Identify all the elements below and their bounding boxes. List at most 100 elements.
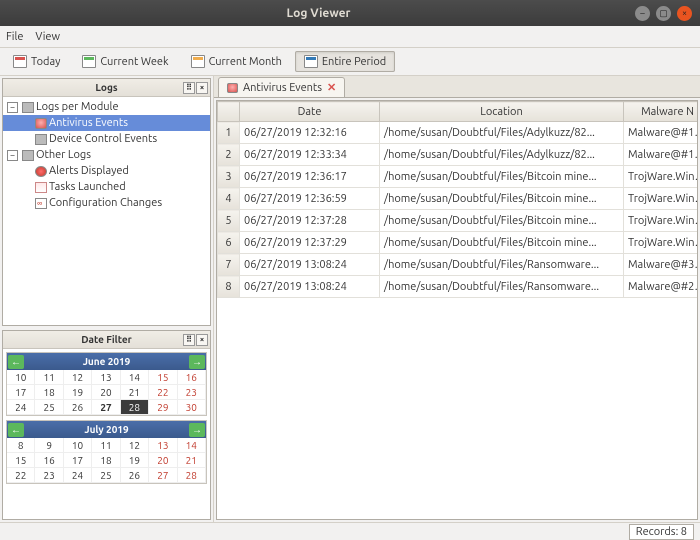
calendar-day[interactable]: 28 xyxy=(178,468,206,483)
column-header-location[interactable]: Location xyxy=(380,102,624,122)
calendar-day[interactable]: 29 xyxy=(149,400,177,415)
calendar-day[interactable]: 25 xyxy=(92,468,120,483)
cell-malware: Malware@#3o4z9hhlvr xyxy=(624,254,699,276)
calendar-day[interactable]: 18 xyxy=(35,385,63,400)
table-row[interactable]: 806/27/2019 13:08:24/home/susan/Doubtful… xyxy=(218,276,699,298)
calendar-day[interactable]: 22 xyxy=(7,468,35,483)
cell-malware: TrojWare.Win32.CoinMi xyxy=(624,210,699,232)
tree-item-device-control[interactable]: Device Control Events xyxy=(3,131,210,147)
pin-icon[interactable]: ⠿ xyxy=(183,334,195,346)
calendar-month: ←June 2019→10111213141516171819202122232… xyxy=(6,352,207,416)
calendar-day[interactable]: 24 xyxy=(7,400,35,415)
minimize-button[interactable]: – xyxy=(635,6,650,21)
folder-icon xyxy=(22,102,34,113)
calendar-day[interactable]: 18 xyxy=(92,453,120,468)
row-number: 3 xyxy=(218,166,240,188)
calendar-day[interactable]: 13 xyxy=(92,370,120,385)
calendar-day[interactable]: 13 xyxy=(149,438,177,453)
events-grid[interactable]: Date Location Malware N 106/27/2019 12:3… xyxy=(216,100,698,520)
calendar-day-icon xyxy=(13,55,27,68)
prev-month-icon[interactable]: ← xyxy=(8,423,24,437)
tree-item-config[interactable]: Configuration Changes xyxy=(3,195,210,211)
calendar-day[interactable]: 20 xyxy=(92,385,120,400)
row-number: 8 xyxy=(218,276,240,298)
calendar-day[interactable]: 22 xyxy=(149,385,177,400)
today-button[interactable]: Today xyxy=(4,51,69,72)
calendar-day[interactable]: 23 xyxy=(35,468,63,483)
calendar-day[interactable]: 26 xyxy=(64,400,92,415)
calendar-day[interactable]: 10 xyxy=(7,370,35,385)
calendar-day[interactable]: 9 xyxy=(35,438,63,453)
calendar-day[interactable]: 12 xyxy=(121,438,149,453)
calendar-day[interactable]: 11 xyxy=(35,370,63,385)
prev-month-icon[interactable]: ← xyxy=(8,355,24,369)
collapse-icon[interactable]: − xyxy=(7,150,18,161)
calendar-day[interactable]: 24 xyxy=(64,468,92,483)
calendar-week-icon xyxy=(82,55,96,68)
calendar-month-icon xyxy=(191,55,205,68)
column-header-date[interactable]: Date xyxy=(240,102,380,122)
calendar-day[interactable]: 19 xyxy=(121,453,149,468)
tree-item-antivirus-events[interactable]: Antivirus Events xyxy=(3,115,210,131)
cell-date: 06/27/2019 13:08:24 xyxy=(240,254,380,276)
current-week-button[interactable]: Current Week xyxy=(73,51,177,72)
tab-antivirus-events[interactable]: Antivirus Events ✕ xyxy=(218,77,345,97)
calendar-day[interactable]: 14 xyxy=(178,438,206,453)
calendar-day[interactable]: 15 xyxy=(7,453,35,468)
next-month-icon[interactable]: → xyxy=(189,423,205,437)
calendar-day[interactable]: 15 xyxy=(149,370,177,385)
calendar-day[interactable]: 30 xyxy=(178,400,206,415)
calendar-day[interactable]: 19 xyxy=(64,385,92,400)
table-row[interactable]: 306/27/2019 12:36:17/home/susan/Doubtful… xyxy=(218,166,699,188)
calendar-day[interactable]: 25 xyxy=(35,400,63,415)
column-header-malware[interactable]: Malware N xyxy=(624,102,699,122)
cell-location: /home/susan/Doubtful/Files/Ransomware... xyxy=(380,276,624,298)
calendar-day[interactable]: 16 xyxy=(178,370,206,385)
calendar-day[interactable]: 17 xyxy=(7,385,35,400)
calendar-day[interactable]: 8 xyxy=(7,438,35,453)
calendar-day[interactable]: 14 xyxy=(121,370,149,385)
close-button[interactable]: × xyxy=(677,6,692,21)
close-panel-icon[interactable]: × xyxy=(196,82,208,94)
calendar-day[interactable]: 28 xyxy=(121,400,149,415)
tree-item-tasks[interactable]: Tasks Launched xyxy=(3,179,210,195)
cell-malware: Malware@#1ienpeuxf xyxy=(624,122,699,144)
tab-strip: Antivirus Events ✕ xyxy=(214,76,700,98)
table-row[interactable]: 706/27/2019 13:08:24/home/susan/Doubtful… xyxy=(218,254,699,276)
current-month-button[interactable]: Current Month xyxy=(182,51,291,72)
table-row[interactable]: 206/27/2019 12:33:34/home/susan/Doubtful… xyxy=(218,144,699,166)
table-row[interactable]: 406/27/2019 12:36:59/home/susan/Doubtful… xyxy=(218,188,699,210)
tree-item-other-logs[interactable]: − Other Logs xyxy=(3,147,210,163)
entire-period-button[interactable]: Entire Period xyxy=(295,51,395,72)
maximize-button[interactable]: ▢ xyxy=(656,6,671,21)
calendar-day[interactable]: 27 xyxy=(92,400,120,415)
calendar-day[interactable]: 20 xyxy=(149,453,177,468)
calendar-day[interactable]: 12 xyxy=(64,370,92,385)
column-header-rownum[interactable] xyxy=(218,102,240,122)
tree-item-alerts[interactable]: Alerts Displayed xyxy=(3,163,210,179)
logs-panel: Logs ⠿ × − Logs per Module Antivirus Eve… xyxy=(2,78,211,326)
table-row[interactable]: 606/27/2019 12:37:29/home/susan/Doubtful… xyxy=(218,232,699,254)
tree-root-logs-per-module[interactable]: − Logs per Module xyxy=(3,99,210,115)
calendar-day[interactable]: 26 xyxy=(121,468,149,483)
calendar-day[interactable]: 17 xyxy=(64,453,92,468)
table-row[interactable]: 106/27/2019 12:32:16/home/susan/Doubtful… xyxy=(218,122,699,144)
calendar-day[interactable]: 21 xyxy=(178,453,206,468)
calendar-day[interactable]: 27 xyxy=(149,468,177,483)
calendar-day[interactable]: 10 xyxy=(64,438,92,453)
menu-view[interactable]: View xyxy=(35,31,60,43)
collapse-icon[interactable]: − xyxy=(7,102,18,113)
calendar-day[interactable]: 11 xyxy=(92,438,120,453)
cell-location: /home/susan/Doubtful/Files/Bitcoin mine.… xyxy=(380,188,624,210)
calendar-day[interactable]: 16 xyxy=(35,453,63,468)
close-panel-icon[interactable]: × xyxy=(196,334,208,346)
calendar-day[interactable]: 23 xyxy=(178,385,206,400)
calendar-day[interactable]: 21 xyxy=(121,385,149,400)
next-month-icon[interactable]: → xyxy=(189,355,205,369)
date-panel-header: Date Filter ⠿ × xyxy=(3,331,210,349)
pin-icon[interactable]: ⠿ xyxy=(183,82,195,94)
table-row[interactable]: 506/27/2019 12:37:28/home/susan/Doubtful… xyxy=(218,210,699,232)
close-tab-icon[interactable]: ✕ xyxy=(327,81,336,94)
cell-location: /home/susan/Doubtful/Files/Bitcoin mine.… xyxy=(380,232,624,254)
menu-file[interactable]: File xyxy=(6,31,23,43)
